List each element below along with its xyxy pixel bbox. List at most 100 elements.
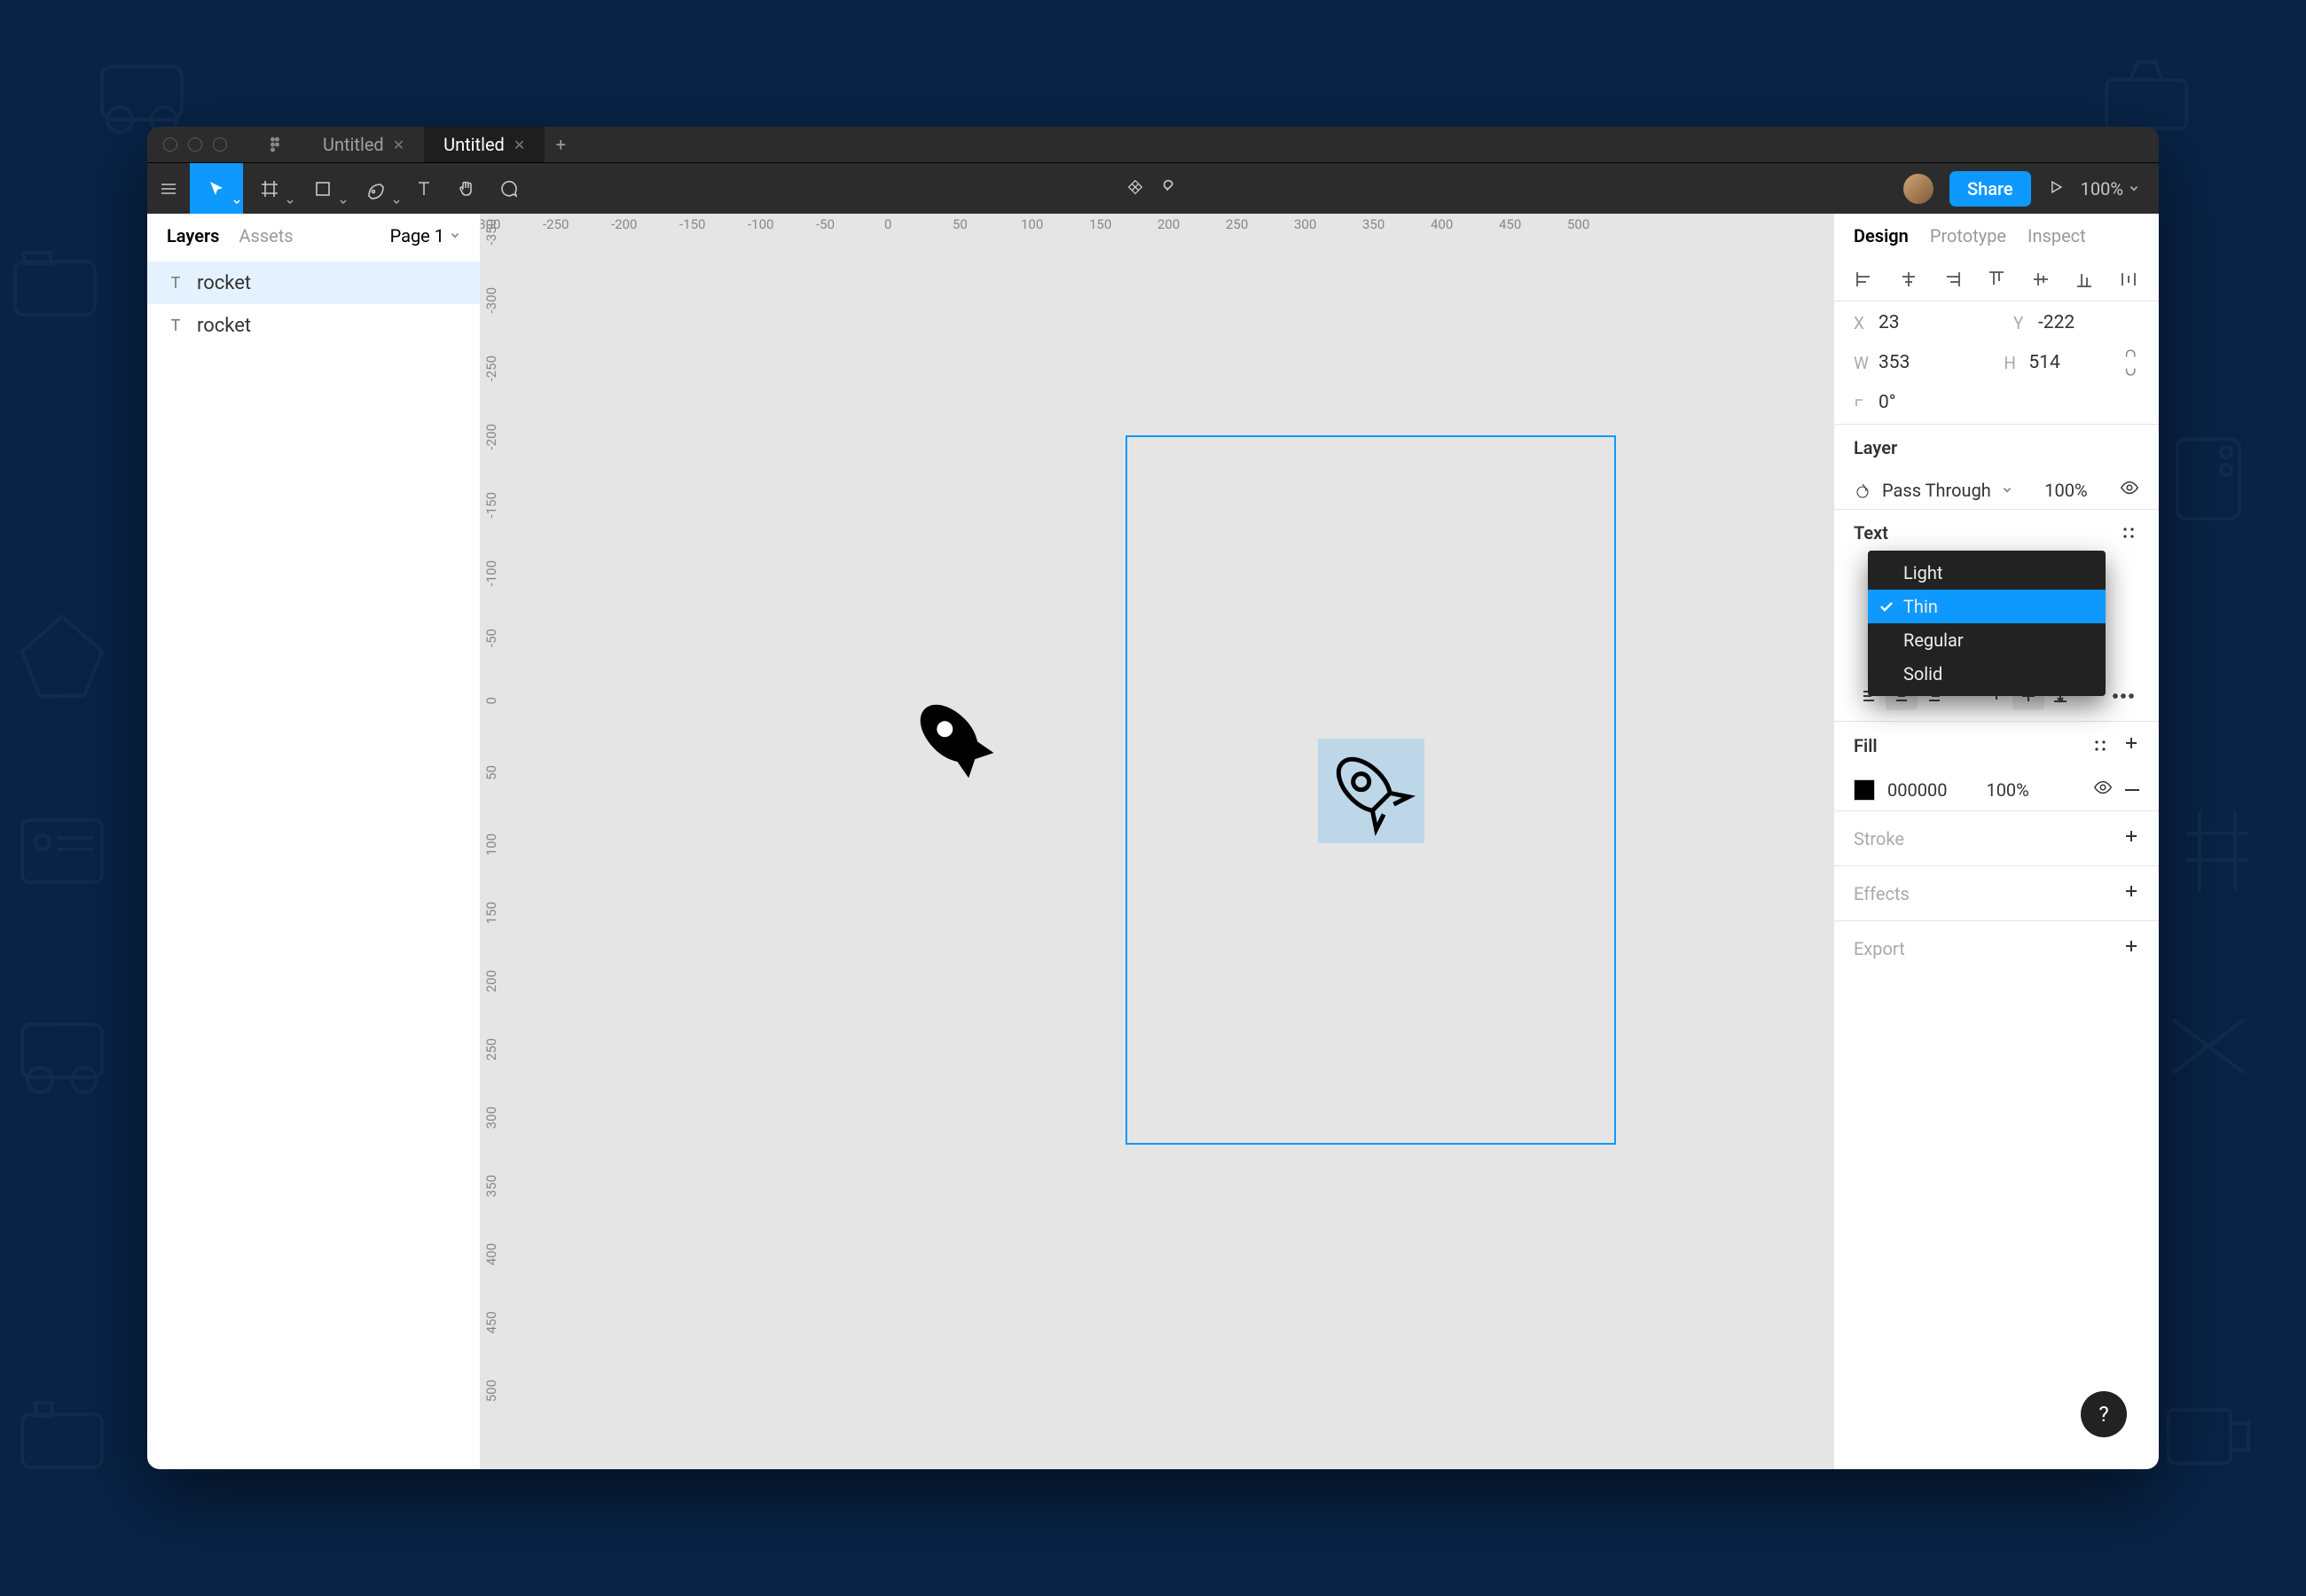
close-icon[interactable]: ✕: [514, 137, 525, 153]
pen-tool[interactable]: [349, 163, 403, 214]
layer-opacity[interactable]: 100%: [2044, 480, 2087, 501]
distribute-icon[interactable]: [2118, 269, 2139, 290]
layer-list: TrocketTrocket: [147, 258, 480, 347]
fill-section-header: Fill: [1854, 735, 1878, 756]
prototype-tab[interactable]: Prototype: [1930, 225, 2006, 246]
canvas[interactable]: -300-250-200-150-100-5005010015020025030…: [481, 214, 1834, 1469]
shape-tool[interactable]: [296, 163, 349, 214]
help-label: ?: [2098, 1402, 2108, 1427]
x-label: X: [1854, 313, 1870, 333]
fill-hex[interactable]: 000000: [1887, 779, 1947, 801]
option-label: Regular: [1903, 630, 1964, 651]
stroke-section-header: Stroke: [1854, 828, 1904, 849]
zoom-control[interactable]: 100%: [2081, 178, 2139, 200]
help-button[interactable]: ?: [2081, 1391, 2127, 1437]
align-top-icon[interactable]: [1986, 269, 2007, 290]
font-weight-option[interactable]: Light: [1868, 556, 2106, 590]
layer-row[interactable]: Trocket: [147, 304, 480, 347]
layer-name: rocket: [197, 272, 251, 294]
figma-logo-tab[interactable]: [247, 127, 303, 162]
text-layer-icon: T: [167, 317, 184, 334]
zoom-value: 100%: [2081, 178, 2123, 200]
user-avatar[interactable]: [1903, 174, 1933, 204]
y-value[interactable]: -222: [2038, 312, 2075, 333]
vertical-ruler: -350-300-250-200-150-100-500501001502002…: [481, 235, 504, 1469]
align-right-icon[interactable]: [1941, 269, 1963, 290]
close-icon[interactable]: ✕: [393, 137, 404, 153]
assets-tab[interactable]: Assets: [239, 225, 293, 246]
font-weight-option[interactable]: Regular: [1868, 623, 2106, 657]
option-label: Light: [1903, 562, 1942, 583]
canvas-rocket-solid[interactable]: [903, 687, 1009, 794]
toolbar: Share 100%: [147, 162, 2159, 214]
font-weight-option[interactable]: Solid: [1868, 657, 2106, 691]
y-label: Y: [2013, 313, 2029, 333]
design-tab[interactable]: Design: [1854, 225, 1909, 246]
align-vcenter-icon[interactable]: [2030, 269, 2051, 290]
rotation-value[interactable]: 0°: [1879, 392, 1896, 413]
align-hcenter-icon[interactable]: [1898, 269, 1919, 290]
x-value[interactable]: 23: [1879, 312, 1900, 333]
component-tool[interactable]: [1126, 177, 1145, 200]
constrain-proportions-icon[interactable]: [2122, 348, 2139, 378]
layer-name: rocket: [197, 315, 251, 337]
canvas-rocket-outline[interactable]: [1318, 739, 1424, 845]
layer-row[interactable]: Trocket: [147, 262, 480, 304]
rotation-icon: [1854, 393, 1870, 413]
left-panel: Layers Assets Page 1 TrocketTrocket: [147, 214, 481, 1469]
horizontal-ruler: -300-250-200-150-100-5005010015020025030…: [504, 214, 1834, 235]
text-more-options-icon[interactable]: [2107, 682, 2139, 710]
text-tool[interactable]: [403, 163, 445, 214]
fill-opacity[interactable]: 100%: [1986, 779, 2028, 801]
h-value[interactable]: 514: [2028, 352, 2059, 373]
layer-visibility-icon[interactable]: [2120, 478, 2139, 502]
move-tool[interactable]: [190, 163, 243, 214]
export-section-header: Export: [1854, 938, 1905, 959]
alignment-controls: [1834, 258, 2159, 301]
comment-tool[interactable]: [488, 163, 530, 214]
effects-section-header: Effects: [1854, 883, 1910, 904]
tab-untitled-active[interactable]: Untitled ✕: [424, 127, 545, 162]
fill-swatch[interactable]: [1854, 779, 1875, 801]
toolbar-center-controls: [1126, 177, 1180, 200]
blend-mode-value[interactable]: Pass Through: [1882, 480, 1991, 501]
share-button[interactable]: Share: [1949, 171, 2031, 207]
text-layer-icon: T: [167, 274, 184, 292]
w-value[interactable]: 353: [1879, 352, 1910, 373]
mask-tool[interactable]: [1161, 177, 1180, 200]
tab-untitled-inactive[interactable]: Untitled ✕: [303, 127, 424, 162]
fill-visibility-icon[interactable]: [2093, 778, 2113, 802]
present-button[interactable]: [2047, 178, 2065, 200]
font-weight-option[interactable]: Thin: [1868, 590, 2106, 623]
window-traffic-lights[interactable]: [163, 137, 227, 152]
new-tab-button[interactable]: +: [545, 134, 576, 155]
text-section-header: Text: [1854, 522, 1888, 544]
tab-label: Untitled: [323, 134, 384, 155]
hand-tool[interactable]: [445, 163, 488, 214]
layers-tab[interactable]: Layers: [167, 225, 219, 246]
window-tab-bar: Untitled ✕ Untitled ✕ +: [147, 127, 2159, 162]
blend-mode-icon: [1854, 481, 1871, 499]
remove-fill-icon[interactable]: [2125, 789, 2139, 791]
page-selector[interactable]: Page 1: [390, 225, 460, 246]
layer-section-header: Layer: [1854, 437, 1897, 458]
main-menu-button[interactable]: [147, 163, 190, 214]
option-label: Thin: [1903, 596, 1938, 617]
add-fill-icon[interactable]: [2123, 734, 2139, 756]
add-stroke-icon[interactable]: [2123, 827, 2139, 849]
fill-styles-icon[interactable]: [2090, 735, 2111, 756]
page-name: Page 1: [390, 225, 444, 246]
text-styles-icon[interactable]: [2118, 522, 2139, 544]
align-left-icon[interactable]: [1854, 269, 1875, 290]
inspect-tab[interactable]: Inspect: [2028, 225, 2086, 246]
align-bottom-icon[interactable]: [2074, 269, 2095, 290]
w-label: W: [1854, 353, 1870, 373]
option-label: Solid: [1903, 663, 1942, 685]
figma-app-window: Untitled ✕ Untitled ✕ + Share: [147, 127, 2159, 1469]
frame-tool[interactable]: [243, 163, 296, 214]
right-panel: Design Prototype Inspect X 23 Y -222 W: [1834, 214, 2159, 1469]
tab-label: Untitled: [443, 134, 505, 155]
font-weight-dropdown[interactable]: Light Thin Regular Solid: [1868, 551, 2106, 696]
add-effect-icon[interactable]: [2123, 882, 2139, 904]
add-export-icon[interactable]: [2123, 937, 2139, 959]
